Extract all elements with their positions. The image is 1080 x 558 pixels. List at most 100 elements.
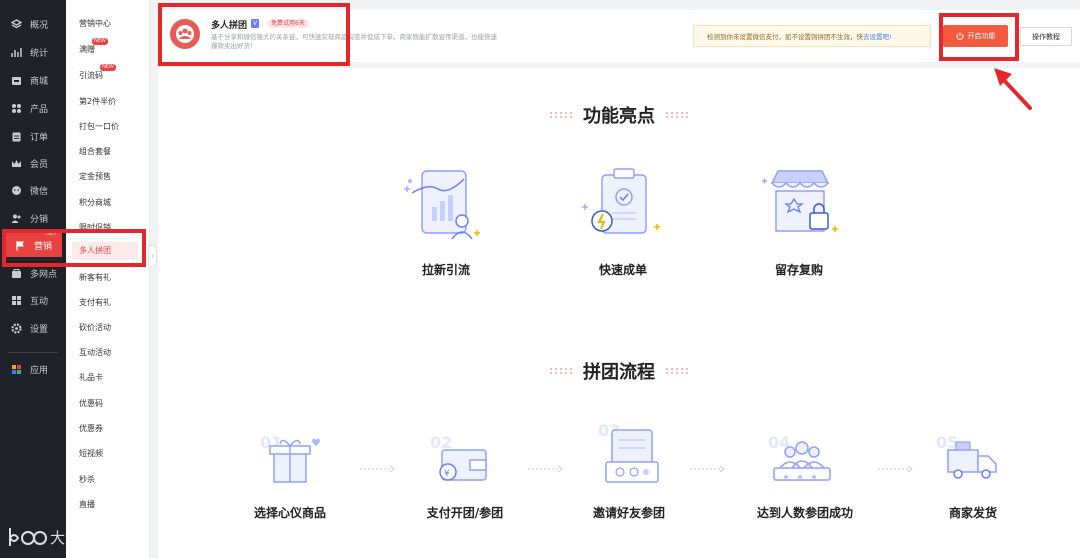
- subnav-item-label: 礼品卡: [79, 373, 103, 382]
- users-icon: [11, 214, 21, 223]
- order-icon: [12, 132, 21, 141]
- subnav-item[interactable]: 礼品卡: [79, 372, 103, 383]
- subnav-item[interactable]: 积分商城: [79, 197, 111, 208]
- chevron-left-icon: ‹: [151, 252, 154, 260]
- subnav-item-label: 优惠券: [79, 424, 103, 433]
- wallet-icon: 02 ¥: [430, 433, 487, 481]
- step-arrow-icon: [878, 465, 913, 473]
- sidebar-item-settings[interactable]: 设置: [0, 316, 66, 340]
- sidebar-item-label: 设置: [30, 324, 49, 335]
- watermark-logo-icon: [9, 528, 47, 546]
- step-arrow-icon: [360, 465, 395, 473]
- truck-icon: 05: [936, 433, 997, 479]
- step-label: 商家发货: [948, 506, 997, 520]
- step-label: 支付开团/参团: [426, 506, 504, 520]
- sidebar-item-distribution[interactable]: 分销: [0, 206, 66, 230]
- process-title: 拼团流程: [583, 362, 655, 383]
- annotation-box-header: [158, 3, 350, 66]
- retention-icon: [762, 170, 838, 232]
- sidebar-item-stats[interactable]: 统计: [0, 40, 66, 64]
- annotation-box-marketing: [2, 229, 146, 267]
- highlights-heading: 功能亮点: [158, 102, 1080, 128]
- store-icon: [12, 76, 21, 85]
- subnav-item[interactable]: 支付有礼: [79, 297, 111, 308]
- highlight-label: 留存复购: [774, 263, 823, 277]
- subnav-item[interactable]: 满赠NEW: [79, 38, 108, 55]
- annotation-box-enable-button: [939, 13, 1019, 61]
- subnav-item[interactable]: 秒杀: [79, 474, 95, 485]
- collapse-sidebar-button[interactable]: ‹: [148, 245, 157, 267]
- primary-sidebar: 概况 统计 商城 产品 订单 会员 微信 分销 营销 HOT 多网点 互动 设置…: [0, 0, 110, 558]
- sidebar-item-label: 会员: [30, 159, 49, 170]
- subnav-item[interactable]: 第2件半价: [79, 96, 116, 107]
- notice-text: 检测到你未设置微信支付，如不设置则拼团不生效，快: [707, 33, 863, 41]
- sidebar-item-members[interactable]: 会员: [0, 151, 66, 175]
- wechat-icon: [12, 185, 21, 195]
- subnav-item-label: 短视频: [79, 449, 103, 458]
- sidebar-item-label: 产品: [30, 104, 49, 115]
- sidebar-item-interaction[interactable]: 互动: [0, 288, 66, 312]
- subnav-item-label: 优惠码: [79, 399, 103, 408]
- new-badge: NEW: [100, 64, 116, 71]
- payment-notice: 检测到你未设置微信支付，如不设置则拼团不生效，快 去设置吧!: [693, 25, 931, 47]
- highlight-label: 拉新引流: [421, 263, 470, 277]
- subnav-item-label: 直播: [79, 500, 95, 509]
- subnav-item[interactable]: 优惠码: [79, 398, 103, 409]
- subnav-item-label: 支付有礼: [79, 298, 111, 307]
- step-arrow-icon: [690, 465, 725, 473]
- subnav-item-label: 积分商城: [79, 198, 111, 207]
- subnav-item-label: 秒杀: [79, 475, 95, 484]
- colorful-apps-icon: [12, 364, 21, 374]
- subnav-item[interactable]: 打包一口价: [79, 121, 119, 132]
- sidebar-item-overview[interactable]: 概况: [0, 12, 66, 36]
- step-label: 选择心仪商品: [253, 506, 326, 520]
- tutorial-button[interactable]: 操作教程: [1020, 27, 1072, 46]
- sidebar-item-wechat[interactable]: 微信: [0, 178, 66, 202]
- subnav-item[interactable]: 组合套餐: [79, 146, 111, 157]
- sidebar-item-label: 微信: [30, 186, 49, 197]
- subnav-item-label: 引流码: [79, 71, 103, 80]
- sidebar-item-label: 统计: [30, 48, 49, 59]
- notice-settings-link[interactable]: 去设置吧!: [863, 31, 892, 41]
- decor-dots-icon: [550, 112, 572, 118]
- sidebar-item-label: 应用: [30, 365, 49, 376]
- sidebar-item-label: 商城: [30, 76, 49, 87]
- subnav-item[interactable]: 砍价活动: [79, 322, 111, 333]
- grid-icon: [12, 103, 21, 113]
- annotation-arrow-icon: [994, 68, 1032, 110]
- subnav-item[interactable]: 互动活动: [79, 347, 111, 358]
- step-label: 邀请好友参团: [592, 506, 665, 520]
- subnav-item-label: 新客有礼: [79, 273, 111, 282]
- sidebar-divider: [8, 352, 58, 353]
- subnav-item[interactable]: 优惠券: [79, 423, 103, 434]
- svg-text:¥: ¥: [444, 469, 450, 479]
- subnav-item-label: 打包一口价: [79, 122, 119, 131]
- invite-icon: 03: [598, 421, 659, 483]
- subnav-item[interactable]: 定金预售: [79, 171, 111, 182]
- new-badge: NEW: [92, 38, 108, 45]
- subnav-item-label: 营销中心: [79, 19, 111, 28]
- fast-order-icon: [582, 168, 660, 234]
- subnav-item[interactable]: 直播: [79, 499, 95, 510]
- sidebar-item-label: 订单: [30, 132, 49, 143]
- main-content: 功能亮点 拉新引流 快速成单 留存复购 拼团流程 01 02 ¥ 03 04 0…: [158, 68, 1080, 558]
- growth-icon: [404, 170, 480, 240]
- decor-dots-icon: [666, 368, 688, 374]
- sidebar-item-apps[interactable]: 应用: [0, 357, 66, 381]
- subnav-item[interactable]: 营销中心: [79, 18, 111, 29]
- sidebar-item-orders[interactable]: 订单: [0, 124, 66, 148]
- highlights-title: 功能亮点: [583, 106, 655, 127]
- sidebar-item-products[interactable]: 产品: [0, 96, 66, 120]
- subnav-item-label: 砍价活动: [79, 323, 111, 332]
- subnav-item-label: 组合套餐: [79, 147, 111, 156]
- sidebar-item-store[interactable]: 商城: [0, 68, 66, 92]
- subnav-item-label: 满赠: [79, 45, 95, 54]
- subnav-item[interactable]: 新客有礼: [79, 272, 111, 283]
- sidebar-item-label: 互动: [30, 296, 49, 307]
- app-window: 概况 统计 商城 产品 订单 会员 微信 分销 营销 HOT 多网点 互动 设置…: [0, 0, 1080, 558]
- subnav-item-label: 定金预售: [79, 172, 111, 181]
- process-heading: 拼团流程: [158, 358, 1080, 384]
- subnav-item[interactable]: 短视频: [79, 448, 103, 459]
- subnav-item[interactable]: 引流码NEW: [79, 64, 116, 81]
- decor-dots-icon: [666, 112, 688, 118]
